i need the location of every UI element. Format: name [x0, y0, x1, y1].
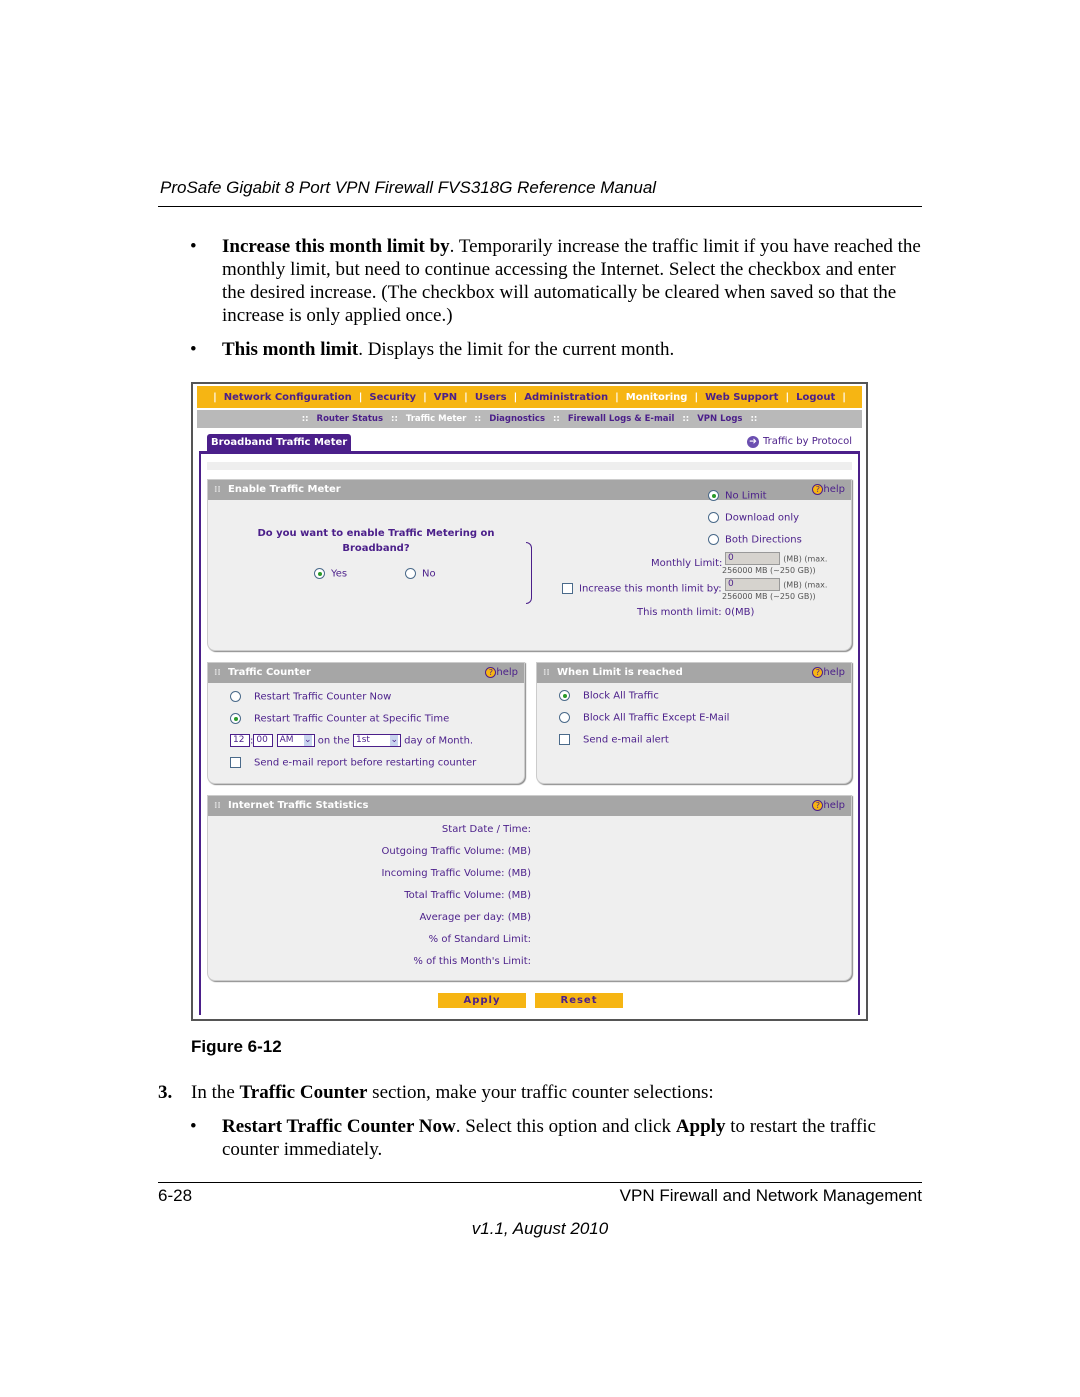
header-rule	[158, 206, 922, 207]
bullet-this-month-limit: This month limit. Displays the limit for…	[222, 339, 675, 360]
stat-label: % of this Month's Limit:	[413, 956, 531, 967]
email-report-checkbox[interactable]: Send e-mail report before restarting cou…	[230, 757, 476, 769]
this-month-limit: This month limit: 0(MB)	[637, 607, 755, 618]
help-link[interactable]: ? help	[812, 480, 845, 500]
minute-input[interactable]: 00	[253, 734, 274, 747]
subnav-diagnostics[interactable]: Diagnostics	[485, 414, 549, 424]
stat-label: % of Standard Limit:	[428, 934, 531, 945]
subnav-vpn-logs[interactable]: VPN Logs	[693, 414, 746, 424]
monthly-limit-input[interactable]: 0	[725, 552, 780, 565]
radio-restart-specific[interactable]: Restart Traffic Counter at Specific Time	[230, 713, 449, 725]
increase-limit-input[interactable]: 0	[725, 578, 780, 591]
monthly-limit-label: Monthly Limit:	[651, 558, 723, 569]
radio-restart-now[interactable]: Restart Traffic Counter Now	[230, 691, 391, 703]
stat-label: Incoming Traffic Volume: (MB)	[381, 868, 531, 879]
internet-traffic-statistics-section: Internet Traffic Statistics?help Start D…	[207, 795, 852, 981]
nav-vpn[interactable]: VPN	[427, 392, 464, 403]
nav-monitoring[interactable]: Monitoring	[619, 392, 695, 403]
radio-download-only[interactable]: Download only	[708, 512, 799, 524]
chevron-down-icon: ⌄	[390, 735, 398, 746]
nav-security[interactable]: Security	[362, 392, 423, 403]
radio-no[interactable]: No	[405, 568, 436, 580]
sub-nav: :: Router Status:: Traffic Meter:: Diagno…	[197, 410, 862, 428]
hour-input[interactable]: 12	[230, 734, 250, 747]
figure-caption: Figure 6-12	[191, 1037, 282, 1056]
reset-button[interactable]: Reset	[535, 993, 623, 1008]
help-link[interactable]: ? help	[812, 796, 845, 816]
radio-icon	[314, 568, 325, 579]
footer-rule	[158, 1182, 922, 1183]
enable-question: Do you want to enable Traffic Metering o…	[257, 528, 495, 554]
subnav-firewall-logs[interactable]: Firewall Logs & E-mail	[564, 414, 679, 424]
help-icon: ?	[812, 484, 824, 495]
radio-icon	[405, 568, 416, 579]
brace-divider	[526, 542, 532, 604]
section-title: Enable Traffic Meter	[228, 484, 341, 495]
stat-label: Outgoing Traffic Volume: (MB)	[381, 846, 532, 857]
step-text: In the Traffic Counter section, make you…	[191, 1082, 714, 1103]
help-link[interactable]: ? help	[485, 663, 518, 683]
help-icon: ?	[812, 667, 824, 678]
help-icon: ?	[812, 800, 824, 811]
radio-yes[interactable]: Yes	[314, 568, 347, 580]
spacer-bar	[207, 462, 852, 470]
radio-block-except-email[interactable]: Block All Traffic Except E-Mail	[559, 712, 729, 724]
page-number: 6-28	[158, 1186, 193, 1205]
screenshot-figure: | Network Configuration | Security | VPN | U…	[191, 382, 868, 1021]
increase-limit-checkbox[interactable]: Increase this month limit by:	[562, 583, 722, 595]
version: v1.1, August 2010	[471, 1219, 609, 1238]
nav-logout[interactable]: Logout	[789, 392, 842, 403]
subnav-traffic-meter[interactable]: Traffic Meter	[402, 414, 471, 424]
nav-administration[interactable]: Administration	[517, 392, 615, 403]
running-header: ProSafe Gigabit 8 Port VPN Firewall FVS3…	[160, 178, 657, 197]
send-alert-checkbox[interactable]: Send e-mail alert	[559, 734, 669, 746]
bullet: •	[190, 339, 197, 360]
bullet: •	[190, 236, 197, 257]
nav-users[interactable]: Users	[468, 392, 514, 403]
bullet-restart-now: Restart Traffic Counter Now. Select this…	[222, 1116, 876, 1160]
enable-traffic-meter-section: Enable Traffic Meter ?help Do you want to…	[207, 479, 852, 651]
bullet: •	[190, 1116, 197, 1137]
stat-label: Total Traffic Volume: (MB)	[404, 890, 531, 901]
bullet-increase-limit: Increase this month limit by. Temporaril…	[222, 236, 921, 326]
when-limit-reached-section: When Limit is reached?help Block All Tra…	[536, 662, 852, 784]
traffic-counter-section: Traffic Counter?help Restart Traffic Cou…	[207, 662, 525, 784]
help-link[interactable]: ? help	[812, 663, 845, 683]
day-select[interactable]: 1st ⌄	[352, 734, 401, 747]
radio-block-all[interactable]: Block All Traffic	[559, 690, 659, 702]
main-nav: | Network Configuration | Security | VPN | U…	[197, 386, 862, 408]
chevron-down-icon: ⌄	[304, 735, 312, 746]
traffic-by-protocol-link[interactable]: ➔ Traffic by Protocol	[747, 436, 852, 448]
tab-broadband-traffic-meter[interactable]: Broadband Traffic Meter	[207, 434, 352, 452]
radio-both-directions[interactable]: Both Directions	[708, 534, 802, 546]
ampm-select[interactable]: AM ⌄	[276, 734, 315, 747]
stat-label: Average per day: (MB)	[419, 912, 531, 923]
step-number: 3.	[158, 1082, 173, 1103]
help-icon: ?	[485, 667, 497, 678]
apply-button[interactable]: Apply	[438, 993, 526, 1008]
chapter-title: VPN Firewall and Network Management	[619, 1186, 922, 1205]
subnav-router-status[interactable]: Router Status	[313, 414, 388, 424]
nav-network-configuration[interactable]: Network Configuration	[217, 392, 359, 403]
stat-label: Start Date / Time:	[441, 824, 531, 835]
arrow-circle-icon: ➔	[747, 436, 760, 448]
nav-web-support[interactable]: Web Support	[698, 392, 785, 403]
radio-no-limit[interactable]: No Limit	[708, 490, 767, 502]
